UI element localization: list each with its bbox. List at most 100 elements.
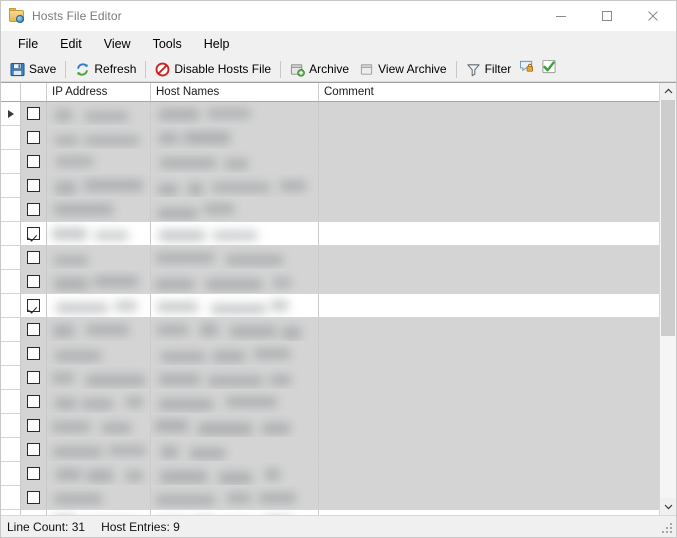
row-enabled-cell[interactable] <box>21 198 47 221</box>
menu-item-edit[interactable]: Edit <box>49 33 93 55</box>
cell-host-names[interactable] <box>151 462 319 485</box>
menu-item-view[interactable]: View <box>93 33 142 55</box>
save-button[interactable]: Save <box>5 58 61 80</box>
cell-ip-address[interactable] <box>47 366 151 389</box>
cell-comment[interactable] <box>319 222 659 245</box>
table-row[interactable] <box>1 294 659 318</box>
minimize-button[interactable] <box>538 1 584 31</box>
comment-lock-button[interactable] <box>516 58 538 80</box>
refresh-button[interactable]: Refresh <box>70 58 141 80</box>
table-row[interactable] <box>1 414 659 438</box>
cell-host-names[interactable] <box>151 486 319 509</box>
row-enabled-cell[interactable] <box>21 246 47 269</box>
cell-comment[interactable] <box>319 126 659 149</box>
table-row[interactable] <box>1 174 659 198</box>
cell-comment[interactable] <box>319 390 659 413</box>
cell-ip-address[interactable] <box>47 150 151 173</box>
cell-ip-address[interactable] <box>47 294 151 317</box>
cell-host-names[interactable] <box>151 222 319 245</box>
cell-host-names[interactable] <box>151 174 319 197</box>
row-enabled-cell[interactable] <box>21 318 47 341</box>
green-check-button[interactable] <box>538 58 560 80</box>
row-indicator-cell[interactable] <box>1 270 21 293</box>
row-enabled-checkbox[interactable] <box>27 371 40 384</box>
cell-ip-address[interactable] <box>47 318 151 341</box>
table-row[interactable] <box>1 222 659 246</box>
row-enabled-checkbox[interactable] <box>27 419 40 432</box>
row-indicator-cell[interactable] <box>1 438 21 461</box>
table-row[interactable] <box>1 390 659 414</box>
row-enabled-checkbox[interactable] <box>27 443 40 456</box>
row-enabled-checkbox[interactable] <box>27 155 40 168</box>
cell-ip-address[interactable] <box>47 414 151 437</box>
close-button[interactable] <box>630 1 676 31</box>
cell-comment[interactable] <box>319 102 659 125</box>
archive-button[interactable]: Archive <box>285 58 354 80</box>
row-enabled-cell[interactable] <box>21 486 47 509</box>
row-indicator-cell[interactable] <box>1 294 21 317</box>
column-header-ip-address[interactable]: IP Address <box>47 83 151 101</box>
cell-host-names[interactable] <box>151 318 319 341</box>
cell-ip-address[interactable] <box>47 198 151 221</box>
cell-ip-address[interactable] <box>47 174 151 197</box>
filter-button[interactable]: Filter <box>461 58 517 80</box>
row-indicator-cell[interactable] <box>1 366 21 389</box>
row-enabled-cell[interactable] <box>21 414 47 437</box>
row-indicator-cell[interactable] <box>1 486 21 509</box>
vertical-scrollbar-thumb[interactable] <box>661 100 675 336</box>
row-indicator-cell[interactable] <box>1 174 21 197</box>
column-header-comment[interactable]: Comment <box>319 83 659 101</box>
table-row[interactable] <box>1 438 659 462</box>
row-enabled-cell[interactable] <box>21 222 47 245</box>
cell-ip-address[interactable] <box>47 390 151 413</box>
cell-ip-address[interactable] <box>47 102 151 125</box>
vertical-scrollbar-track[interactable] <box>660 100 676 498</box>
row-indicator-cell[interactable] <box>1 102 21 125</box>
row-enabled-cell[interactable] <box>21 294 47 317</box>
table-row[interactable] <box>1 102 659 126</box>
cell-ip-address[interactable] <box>47 270 151 293</box>
row-enabled-checkbox[interactable] <box>27 203 40 216</box>
row-indicator-cell[interactable] <box>1 198 21 221</box>
table-row[interactable] <box>1 342 659 366</box>
row-indicator-cell[interactable] <box>1 414 21 437</box>
row-enabled-cell[interactable] <box>21 270 47 293</box>
row-enabled-cell[interactable] <box>21 150 47 173</box>
row-indicator-cell[interactable] <box>1 246 21 269</box>
row-indicator-cell[interactable] <box>1 126 21 149</box>
menu-item-help[interactable]: Help <box>193 33 241 55</box>
row-enabled-checkbox[interactable] <box>27 323 40 336</box>
cell-ip-address[interactable] <box>47 342 151 365</box>
cell-host-names[interactable] <box>151 438 319 461</box>
cell-comment[interactable] <box>319 414 659 437</box>
cell-host-names[interactable] <box>151 294 319 317</box>
menu-item-tools[interactable]: Tools <box>142 33 193 55</box>
table-row[interactable] <box>1 246 659 270</box>
row-enabled-cell[interactable] <box>21 342 47 365</box>
row-enabled-checkbox[interactable] <box>27 395 40 408</box>
row-indicator-cell[interactable] <box>1 342 21 365</box>
row-indicator-cell[interactable] <box>1 462 21 485</box>
maximize-button[interactable] <box>584 1 630 31</box>
table-row[interactable] <box>1 486 659 510</box>
table-row[interactable] <box>1 198 659 222</box>
cell-comment[interactable] <box>319 270 659 293</box>
row-enabled-checkbox[interactable] <box>27 107 40 120</box>
cell-comment[interactable] <box>319 246 659 269</box>
cell-host-names[interactable] <box>151 270 319 293</box>
cell-comment[interactable] <box>319 486 659 509</box>
row-enabled-cell[interactable] <box>21 102 47 125</box>
row-enabled-cell[interactable] <box>21 390 47 413</box>
column-header-host-names[interactable]: Host Names <box>151 83 319 101</box>
cell-host-names[interactable] <box>151 390 319 413</box>
cell-ip-address[interactable] <box>47 246 151 269</box>
row-indicator-cell[interactable] <box>1 150 21 173</box>
resize-grip-icon[interactable] <box>661 522 673 534</box>
cell-host-names[interactable] <box>151 342 319 365</box>
row-indicator-cell[interactable] <box>1 318 21 341</box>
cell-comment[interactable] <box>319 294 659 317</box>
view-archive-button[interactable]: View Archive <box>354 58 451 80</box>
row-enabled-cell[interactable] <box>21 174 47 197</box>
row-enabled-checkbox[interactable] <box>27 347 40 360</box>
row-enabled-checkbox[interactable] <box>27 227 40 240</box>
